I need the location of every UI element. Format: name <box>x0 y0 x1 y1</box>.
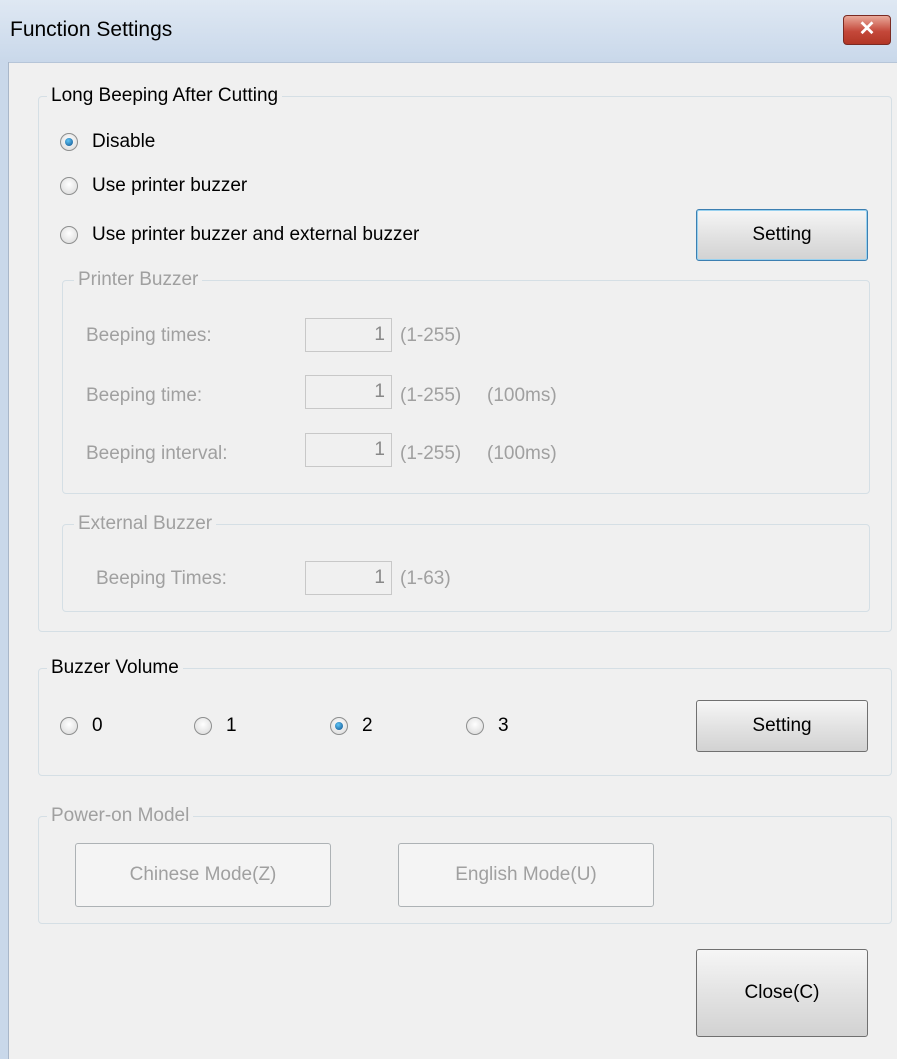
radio-disable-label: Disable <box>92 131 156 152</box>
beeping-interval-label: Beeping interval: <box>86 443 228 464</box>
beeping-interval-input[interactable]: 1 <box>305 433 392 467</box>
volume-radio-3-indicator <box>466 717 484 735</box>
long-beeping-legend: Long Beeping After Cutting <box>47 85 283 107</box>
buzzer-volume-legend: Buzzer Volume <box>47 657 183 679</box>
beeping-time-unit: (100ms) <box>487 385 557 406</box>
volume-radio-0-label: 0 <box>92 715 103 736</box>
radio-use-printer-buzzer-label: Use printer buzzer <box>92 175 248 196</box>
radio-use-printer-buzzer-indicator <box>60 177 78 195</box>
power-on-legend: Power-on Model <box>47 805 194 827</box>
english-mode-button[interactable]: English Mode(U) <box>398 843 654 907</box>
beeping-times-input[interactable]: 1 <box>305 318 392 352</box>
beeping-interval-unit: (100ms) <box>487 443 557 464</box>
volume-radio-0[interactable]: 0 <box>60 715 103 737</box>
beeping-interval-range: (1-255) <box>400 443 462 464</box>
radio-disable[interactable]: Disable <box>60 131 155 153</box>
volume-radio-3[interactable]: 3 <box>466 715 509 737</box>
external-buzzer-legend: External Buzzer <box>74 513 217 535</box>
chinese-mode-button[interactable]: Chinese Mode(Z) <box>75 843 331 907</box>
beeping-times-range: (1-255) <box>400 325 462 346</box>
radio-disable-indicator <box>60 133 78 151</box>
close-button[interactable]: Close(C) <box>696 949 868 1037</box>
beeping-time-range: (1-255) <box>400 385 462 406</box>
radio-use-printer-and-external-buzzer[interactable]: Use printer buzzer and external buzzer <box>60 224 419 246</box>
volume-radio-2-label: 2 <box>362 715 373 736</box>
close-icon: ✕ <box>858 18 876 40</box>
external-beeping-times-input[interactable]: 1 <box>305 561 392 595</box>
volume-radio-1[interactable]: 1 <box>194 715 237 737</box>
volume-setting-button[interactable]: Setting <box>696 700 868 752</box>
window-close-button[interactable]: ✕ <box>843 15 891 45</box>
title-bar: Function Settings ✕ <box>0 0 897 63</box>
printer-buzzer-legend: Printer Buzzer <box>74 269 203 291</box>
volume-radio-1-label: 1 <box>226 715 237 736</box>
window-title: Function Settings <box>10 18 173 41</box>
radio-use-printer-buzzer[interactable]: Use printer buzzer <box>60 175 247 197</box>
volume-radio-3-label: 3 <box>498 715 509 736</box>
volume-radio-2[interactable]: 2 <box>330 715 373 737</box>
radio-use-printer-and-external-buzzer-indicator <box>60 226 78 244</box>
volume-radio-2-indicator <box>330 717 348 735</box>
external-beeping-times-range: (1-63) <box>400 568 451 589</box>
radio-use-printer-and-external-buzzer-label: Use printer buzzer and external buzzer <box>92 224 420 245</box>
volume-radio-1-indicator <box>194 717 212 735</box>
volume-radio-0-indicator <box>60 717 78 735</box>
beeping-time-input[interactable]: 1 <box>305 375 392 409</box>
external-beeping-times-label: Beeping Times: <box>96 568 227 589</box>
long-beeping-setting-button[interactable]: Setting <box>696 209 868 261</box>
window-frame-left <box>0 62 9 1059</box>
beeping-times-label: Beeping times: <box>86 325 212 346</box>
beeping-time-label: Beeping time: <box>86 385 203 406</box>
